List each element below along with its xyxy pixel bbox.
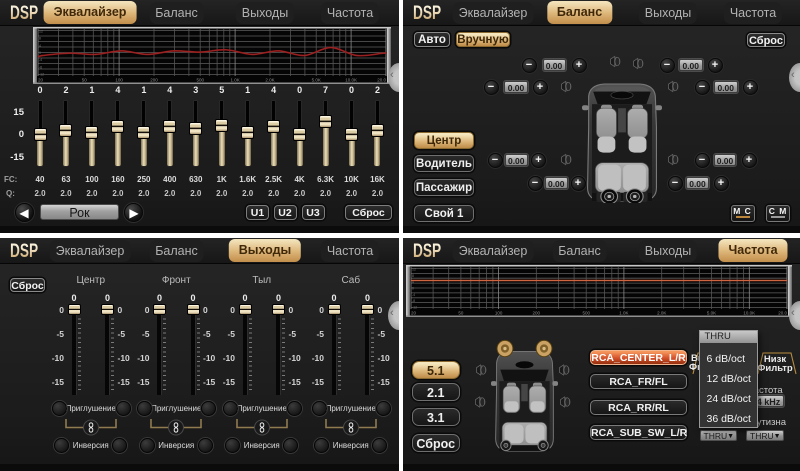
svg-text:10.0K: 10.0K bbox=[345, 78, 357, 83]
svg-text:20.0: 20.0 bbox=[778, 311, 787, 316]
svg-text:200: 200 bbox=[533, 311, 541, 316]
svg-text:12: 12 bbox=[39, 30, 43, 34]
svg-text:20: 20 bbox=[411, 311, 417, 316]
svg-text:-8: -8 bbox=[39, 65, 42, 69]
svg-text:5.0K: 5.0K bbox=[312, 78, 321, 83]
svg-text:0: 0 bbox=[39, 51, 41, 55]
svg-text:100: 100 bbox=[115, 78, 123, 83]
svg-text:-4: -4 bbox=[412, 293, 415, 297]
svg-text:500: 500 bbox=[196, 78, 204, 83]
svg-text:100: 100 bbox=[495, 311, 503, 316]
svg-text:-12: -12 bbox=[39, 73, 44, 77]
svg-text:0: 0 bbox=[412, 287, 414, 291]
svg-text:200: 200 bbox=[150, 78, 158, 83]
svg-text:-12: -12 bbox=[412, 306, 417, 310]
svg-text:5.0K: 5.0K bbox=[707, 311, 716, 316]
svg-text:2.0K: 2.0K bbox=[657, 311, 666, 316]
svg-text:20.0: 20.0 bbox=[377, 78, 386, 83]
svg-text:-8: -8 bbox=[412, 299, 415, 303]
svg-text:10.0K: 10.0K bbox=[743, 311, 755, 316]
svg-text:12: 12 bbox=[412, 268, 416, 272]
svg-text:4: 4 bbox=[39, 44, 41, 48]
svg-text:1.0K: 1.0K bbox=[619, 311, 628, 316]
svg-text:500: 500 bbox=[582, 311, 590, 316]
svg-text:8: 8 bbox=[39, 37, 41, 41]
svg-text:2.0K: 2.0K bbox=[265, 78, 274, 83]
svg-text:1.0K: 1.0K bbox=[230, 78, 239, 83]
svg-text:-4: -4 bbox=[39, 58, 42, 62]
svg-text:20: 20 bbox=[38, 78, 44, 83]
svg-text:8: 8 bbox=[412, 274, 414, 278]
svg-text:50: 50 bbox=[458, 311, 464, 316]
svg-text:50: 50 bbox=[82, 78, 88, 83]
